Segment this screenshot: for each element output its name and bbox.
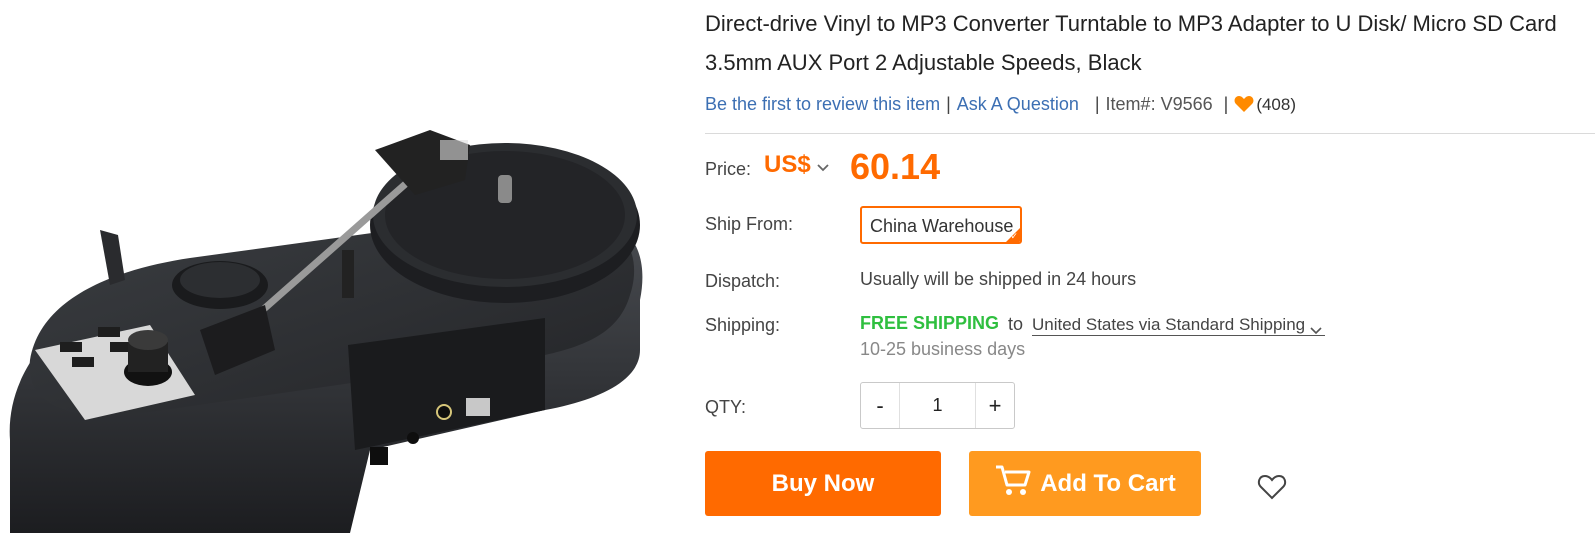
separator: | xyxy=(1218,94,1229,114)
qty-label: QTY: xyxy=(705,397,747,417)
quantity-stepper: - 1 + xyxy=(860,382,1015,429)
free-shipping-badge: FREE SHIPPING xyxy=(860,313,1000,333)
chevron-down-icon xyxy=(1309,320,1323,340)
turntable-illustration xyxy=(9,130,643,533)
ship-from-label: Ship From: xyxy=(705,214,794,234)
product-title: Direct-drive Vinyl to MP3 Converter Turn… xyxy=(705,11,1557,75)
chevron-down-icon[interactable] xyxy=(816,160,830,178)
shipping-label: Shipping: xyxy=(705,315,781,335)
currency-selector[interactable]: US$ xyxy=(764,151,811,179)
shipping-destination: United States via Standard Shipping xyxy=(1032,315,1306,334)
separator: | xyxy=(946,94,951,114)
product-meta: Be the first to review this item | Ask A Q… xyxy=(705,94,1296,118)
dispatch-label: Dispatch: xyxy=(705,271,781,291)
qty-input[interactable]: 1 xyxy=(899,383,976,428)
check-icon: ✓ xyxy=(1010,231,1018,241)
qty-decrease-button[interactable]: - xyxy=(861,383,899,428)
divider xyxy=(705,133,1595,134)
ask-question-link[interactable]: Ask A Question xyxy=(957,94,1079,114)
shipping-to-text: to xyxy=(1008,314,1024,334)
cart-icon xyxy=(994,463,1032,504)
price-label: Price: xyxy=(705,159,752,179)
heart-icon[interactable] xyxy=(1234,95,1254,118)
buy-now-button[interactable]: Buy Now xyxy=(705,451,941,516)
ship-from-value: China Warehouse xyxy=(870,216,1014,236)
price-value: 60.14 xyxy=(850,146,941,187)
ship-from-option[interactable]: China Warehouse ✓ xyxy=(860,206,1022,244)
qty-increase-button[interactable]: + xyxy=(976,383,1014,428)
dispatch-text: Usually will be shipped in 24 hours xyxy=(860,269,1137,289)
add-to-cart-button[interactable]: Add To Cart xyxy=(969,451,1201,516)
wishlist-heart-icon[interactable] xyxy=(1257,473,1287,506)
shipping-destination-dropdown[interactable]: United States via Standard Shipping xyxy=(1032,315,1326,336)
favorites-count: (408) xyxy=(1256,95,1296,114)
review-link[interactable]: Be the first to review this item xyxy=(705,94,940,114)
item-number: Item#: V9566 xyxy=(1105,94,1213,114)
product-image xyxy=(0,0,690,533)
shipping-days: 10-25 business days xyxy=(860,339,1026,359)
separator: | xyxy=(1084,94,1100,114)
add-to-cart-label: Add To Cart xyxy=(1040,469,1176,497)
